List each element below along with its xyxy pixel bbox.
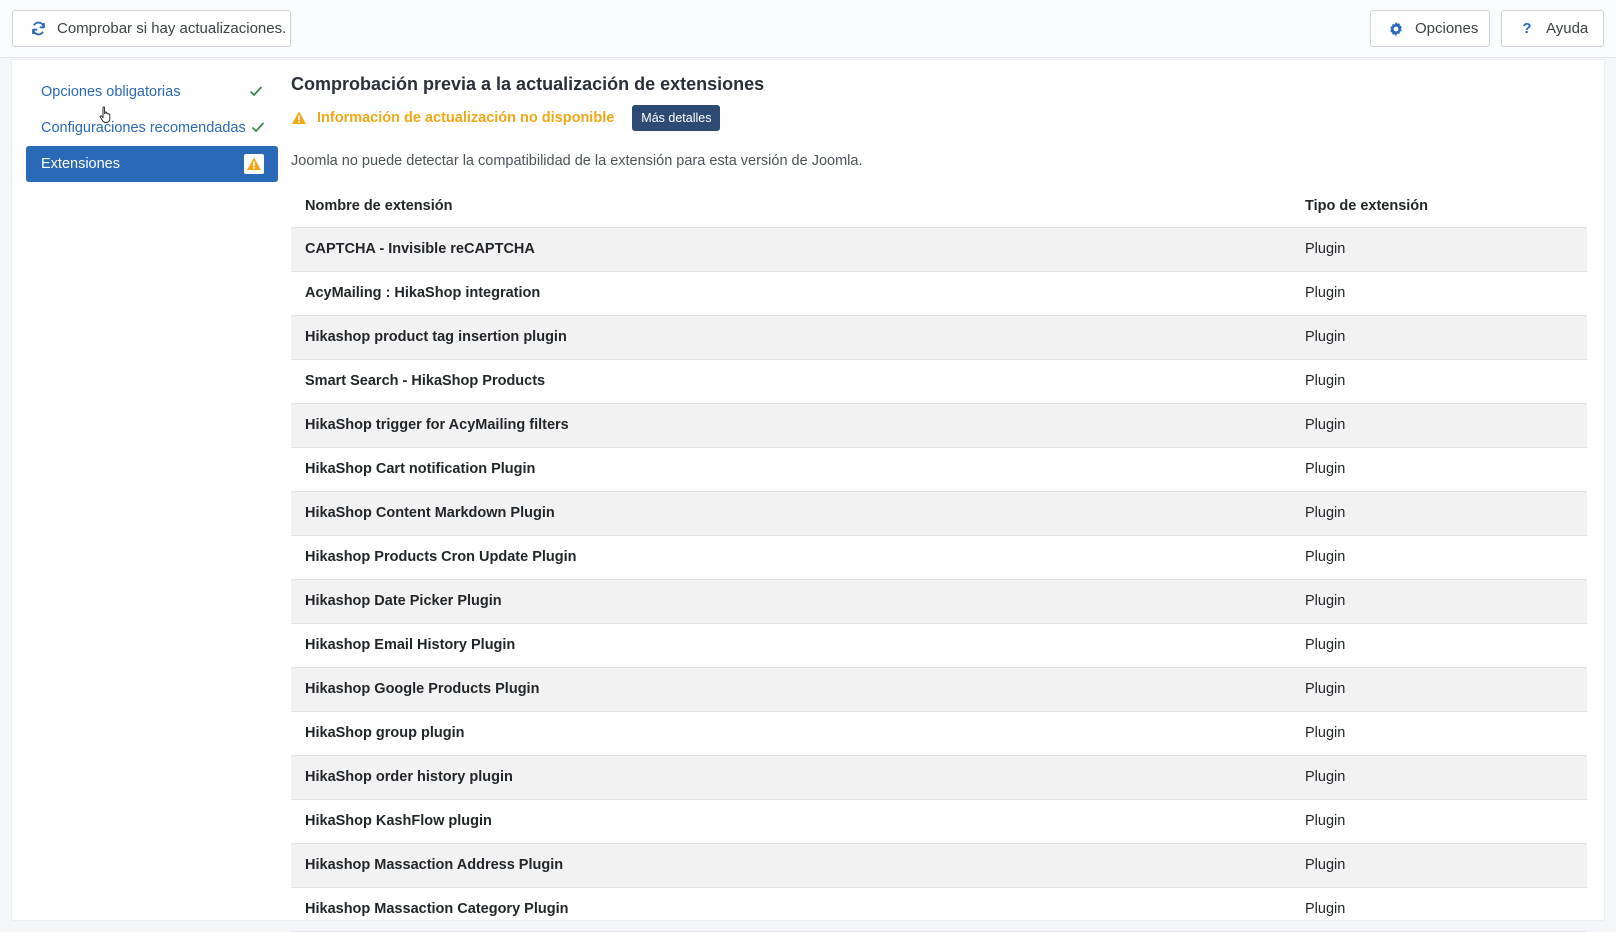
table-row: HikaShop group plugin Plugin	[291, 711, 1587, 756]
sidebar-item-label: Configuraciones recomendadas	[41, 120, 246, 136]
table-row: Hikashop Massaction Address Plugin Plugin	[291, 843, 1587, 888]
extension-name-cell: Hikashop Date Picker Plugin	[291, 579, 1291, 624]
extension-name-cell: HikaShop order history plugin	[291, 755, 1291, 800]
table-row: Hikashop Email History Plugin Plugin	[291, 623, 1587, 668]
column-header-name: Nombre de extensión	[291, 185, 1291, 228]
column-header-type: Tipo de extensión	[1291, 185, 1587, 228]
extension-name-cell: Hikashop Massaction Address Plugin	[291, 843, 1291, 888]
checkmark-icon	[250, 119, 266, 135]
extension-type-cell: Plugin	[1291, 315, 1587, 360]
check-updates-button[interactable]: Comprobar si hay actualizaciones.	[12, 10, 291, 47]
extension-type-cell: Plugin	[1291, 843, 1587, 888]
extension-name-cell: Smart Search - HikaShop Products	[291, 359, 1291, 404]
page-title: Comprobación previa a la actualización d…	[291, 74, 765, 94]
sidebar: Opciones obligatorias Configuraciones re…	[26, 74, 278, 182]
extension-name-cell: HikaShop group plugin	[291, 711, 1291, 756]
table-header-row: Nombre de extensión Tipo de extensión	[291, 185, 1587, 228]
extension-type-cell: Plugin	[1291, 359, 1587, 404]
warning-message: Información de actualización no disponib…	[291, 104, 1591, 132]
sidebar-item-label: Opciones obligatorias	[41, 84, 181, 100]
help-button[interactable]: ? Ayuda	[1501, 10, 1604, 47]
extension-name-cell: Hikashop Google Products Plugin	[291, 667, 1291, 712]
table-row: AcyMailing : HikaShop integration Plugin	[291, 271, 1587, 316]
options-label: Opciones	[1415, 20, 1479, 37]
extension-name-cell: HikaShop trigger for AcyMailing filters	[291, 403, 1291, 448]
sidebar-item-label: Extensiones	[41, 156, 120, 172]
extension-name-cell: HikaShop Cart notification Plugin	[291, 447, 1291, 492]
toolbar: Comprobar si hay actualizaciones. Opcion…	[0, 0, 1616, 58]
table-row: Hikashop product tag insertion plugin Plu…	[291, 315, 1587, 360]
extension-type-cell: Plugin	[1291, 403, 1587, 448]
table-row: HikaShop Content Markdown Plugin Plugin	[291, 491, 1587, 536]
table-row: Hikashop Massaction Category Plugin Plugi…	[291, 887, 1587, 932]
extension-name-cell: CAPTCHA - Invisible reCAPTCHA	[291, 227, 1291, 272]
options-button[interactable]: Opciones	[1370, 10, 1490, 47]
extensions-table: Nombre de extensión Tipo de extensión CA…	[291, 185, 1587, 932]
extension-type-cell: Plugin	[1291, 887, 1587, 932]
sync-icon	[29, 20, 47, 38]
table-row: HikaShop trigger for AcyMailing filters P…	[291, 403, 1587, 448]
extension-type-cell: Plugin	[1291, 227, 1587, 272]
extension-type-cell: Plugin	[1291, 711, 1587, 756]
table-row: CAPTCHA - Invisible reCAPTCHA Plugin	[291, 227, 1587, 272]
table-row: Hikashop Date Picker Plugin Plugin	[291, 579, 1587, 624]
gear-icon	[1387, 20, 1405, 38]
extension-name-cell: Hikashop product tag insertion plugin	[291, 315, 1291, 360]
table-row: Smart Search - HikaShop Products Plugin	[291, 359, 1587, 404]
extension-name-cell: Hikashop Email History Plugin	[291, 623, 1291, 668]
warning-icon	[291, 110, 307, 126]
extension-type-cell: Plugin	[1291, 623, 1587, 668]
extension-name-cell: Hikashop Products Cron Update Plugin	[291, 535, 1291, 580]
extension-type-cell: Plugin	[1291, 271, 1587, 316]
table-row: HikaShop order history plugin Plugin	[291, 755, 1587, 800]
table-row: Hikashop Products Cron Update Plugin Plug…	[291, 535, 1587, 580]
sidebar-item-required-options[interactable]: Opciones obligatorias	[26, 74, 278, 110]
main-panel: Opciones obligatorias Configuraciones re…	[12, 60, 1604, 932]
extension-type-cell: Plugin	[1291, 447, 1587, 492]
extension-type-cell: Plugin	[1291, 579, 1587, 624]
extension-name-cell: Hikashop Massaction Category Plugin	[291, 887, 1291, 932]
warning-text: Información de actualización no disponib…	[317, 110, 615, 126]
warning-icon	[244, 154, 264, 174]
question-icon: ?	[1522, 20, 1532, 37]
extension-type-cell: Plugin	[1291, 755, 1587, 800]
extension-type-cell: Plugin	[1291, 535, 1587, 580]
table-row: HikaShop KashFlow plugin Plugin	[291, 799, 1587, 844]
extension-type-cell: Plugin	[1291, 491, 1587, 536]
extension-type-cell: Plugin	[1291, 667, 1587, 712]
extension-name-cell: HikaShop KashFlow plugin	[291, 799, 1291, 844]
extension-name-cell: AcyMailing : HikaShop integration	[291, 271, 1291, 316]
more-details-button[interactable]: Más detalles	[632, 105, 721, 131]
sidebar-item-extensions[interactable]: Extensiones	[26, 146, 278, 182]
table-row: Hikashop Google Products Plugin Plugin	[291, 667, 1587, 712]
extension-name-cell: HikaShop Content Markdown Plugin	[291, 491, 1291, 536]
table-row: HikaShop Cart notification Plugin Plugin	[291, 447, 1587, 492]
check-updates-label: Comprobar si hay actualizaciones.	[57, 20, 287, 37]
description-text: Joomla no puede detectar la compatibilid…	[291, 153, 863, 169]
content-area: Comprobación previa a la actualización d…	[291, 72, 1591, 932]
sidebar-item-recommended-settings[interactable]: Configuraciones recomendadas	[26, 110, 278, 146]
checkmark-icon	[248, 83, 264, 99]
help-label: Ayuda	[1546, 20, 1589, 37]
extension-type-cell: Plugin	[1291, 799, 1587, 844]
